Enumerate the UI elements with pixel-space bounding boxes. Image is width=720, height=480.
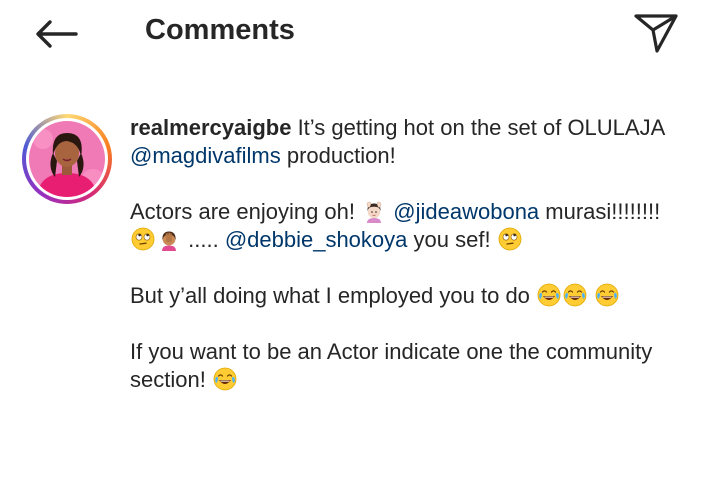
comment-text-line4: If you want to be an Actor indicate one … <box>130 339 653 392</box>
face-tears-of-joy-icon <box>213 367 237 391</box>
comment-text-you-sef: you sef! <box>413 227 491 252</box>
paper-plane-icon <box>634 14 678 53</box>
face-tears-of-joy-icon <box>595 283 619 307</box>
comment-text: realmercyaigbe It’s getting hot on the s… <box>130 114 690 394</box>
face-tears-of-joy-icon <box>563 283 587 307</box>
comment-text-line2: Actors are enjoying oh! <box>130 199 356 224</box>
comment-text-line1: It’s getting hot on the set of OLULAJA <box>297 115 665 140</box>
comment-paragraph-4: If you want to be an Actor indicate one … <box>130 338 690 394</box>
arrow-left-icon <box>36 20 78 48</box>
page-title: Comments <box>145 14 295 46</box>
mention-magdivafilms[interactable]: @magdivafilms <box>130 143 281 168</box>
face-rolling-eyes-icon <box>498 227 522 251</box>
comment-text-murasi: murasi!!!!!!!! <box>545 199 661 224</box>
face-rolling-eyes-icon <box>131 227 155 251</box>
direct-message-button[interactable] <box>628 8 684 58</box>
avatar-border <box>26 118 108 200</box>
woman-gesturing-ok-icon <box>362 199 386 223</box>
mention-debbie-shokoya[interactable]: @debbie_shokoya <box>225 227 408 252</box>
face-tears-of-joy-icon <box>537 283 561 307</box>
mention-jideawobona[interactable]: @jideawobona <box>393 199 539 224</box>
comment-paragraph-1: realmercyaigbe It’s getting hot on the s… <box>130 114 690 170</box>
comment-paragraph-2: Actors are enjoying oh! @jideawobona mur… <box>130 198 690 254</box>
comment-text-dots: ..... <box>188 227 219 252</box>
comment-text-line1-end: production! <box>286 143 396 168</box>
back-button[interactable] <box>28 10 84 58</box>
avatar-image <box>29 121 105 197</box>
woman-facepalming-icon <box>157 227 181 251</box>
avatar[interactable] <box>22 114 112 204</box>
comments-header: Comments <box>0 0 720 68</box>
comment-paragraph-3: But y’all doing what I employed you to d… <box>130 282 690 310</box>
comment-text-line3: But y’all doing what I employed you to d… <box>130 283 530 308</box>
comment-username[interactable]: realmercyaigbe <box>130 115 291 140</box>
